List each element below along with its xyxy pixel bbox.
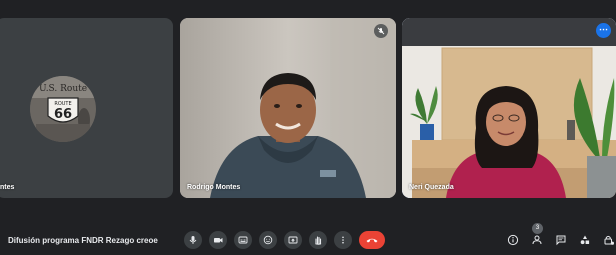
people-icon[interactable]: 3 bbox=[529, 223, 545, 248]
participant-name: Neri Quezada bbox=[409, 184, 454, 191]
info-icon[interactable] bbox=[505, 232, 521, 248]
avatar-route-text: U.S. Route bbox=[39, 84, 87, 94]
mic-icon[interactable] bbox=[184, 231, 202, 249]
participant-name: Rodrigo Montes bbox=[187, 184, 241, 191]
captions-icon[interactable] bbox=[234, 231, 252, 249]
meeting-title: Difusión programa FNDR Rezago creoe bbox=[8, 236, 158, 245]
call-controls bbox=[184, 230, 385, 250]
participant-video bbox=[402, 18, 616, 198]
more-options-icon[interactable]: ⋯ bbox=[596, 23, 611, 38]
present-icon[interactable] bbox=[284, 231, 302, 249]
participant-tile-video[interactable]: Rodrigo Montes bbox=[180, 18, 396, 198]
participant-tile-avatar[interactable]: U.S. Route ROUTE 66 ntes bbox=[0, 18, 173, 198]
raise-hand-icon[interactable] bbox=[309, 231, 327, 249]
participant-name: ntes bbox=[0, 184, 15, 191]
participant-video bbox=[180, 18, 396, 198]
participant-avatar: U.S. Route ROUTE 66 bbox=[30, 76, 96, 142]
side-controls: 3 bbox=[505, 223, 616, 248]
end-call-icon bbox=[366, 238, 378, 243]
activities-icon[interactable] bbox=[577, 232, 593, 248]
emoji-icon[interactable] bbox=[259, 231, 277, 249]
camera-icon[interactable] bbox=[209, 231, 227, 249]
participant-tile-video-active[interactable]: ⋯ Neri Quezada bbox=[402, 18, 616, 198]
people-count-badge: 3 bbox=[532, 223, 543, 234]
host-controls-icon[interactable] bbox=[601, 232, 616, 248]
chat-icon[interactable] bbox=[553, 232, 569, 248]
muted-icon bbox=[374, 24, 388, 38]
more-options-icon[interactable] bbox=[334, 231, 352, 249]
end-call-button[interactable] bbox=[359, 231, 385, 249]
meet-window: U.S. Route ROUTE 66 ntes Rodrigo Montes … bbox=[0, 0, 616, 255]
avatar-66-text: 66 bbox=[54, 107, 72, 122]
